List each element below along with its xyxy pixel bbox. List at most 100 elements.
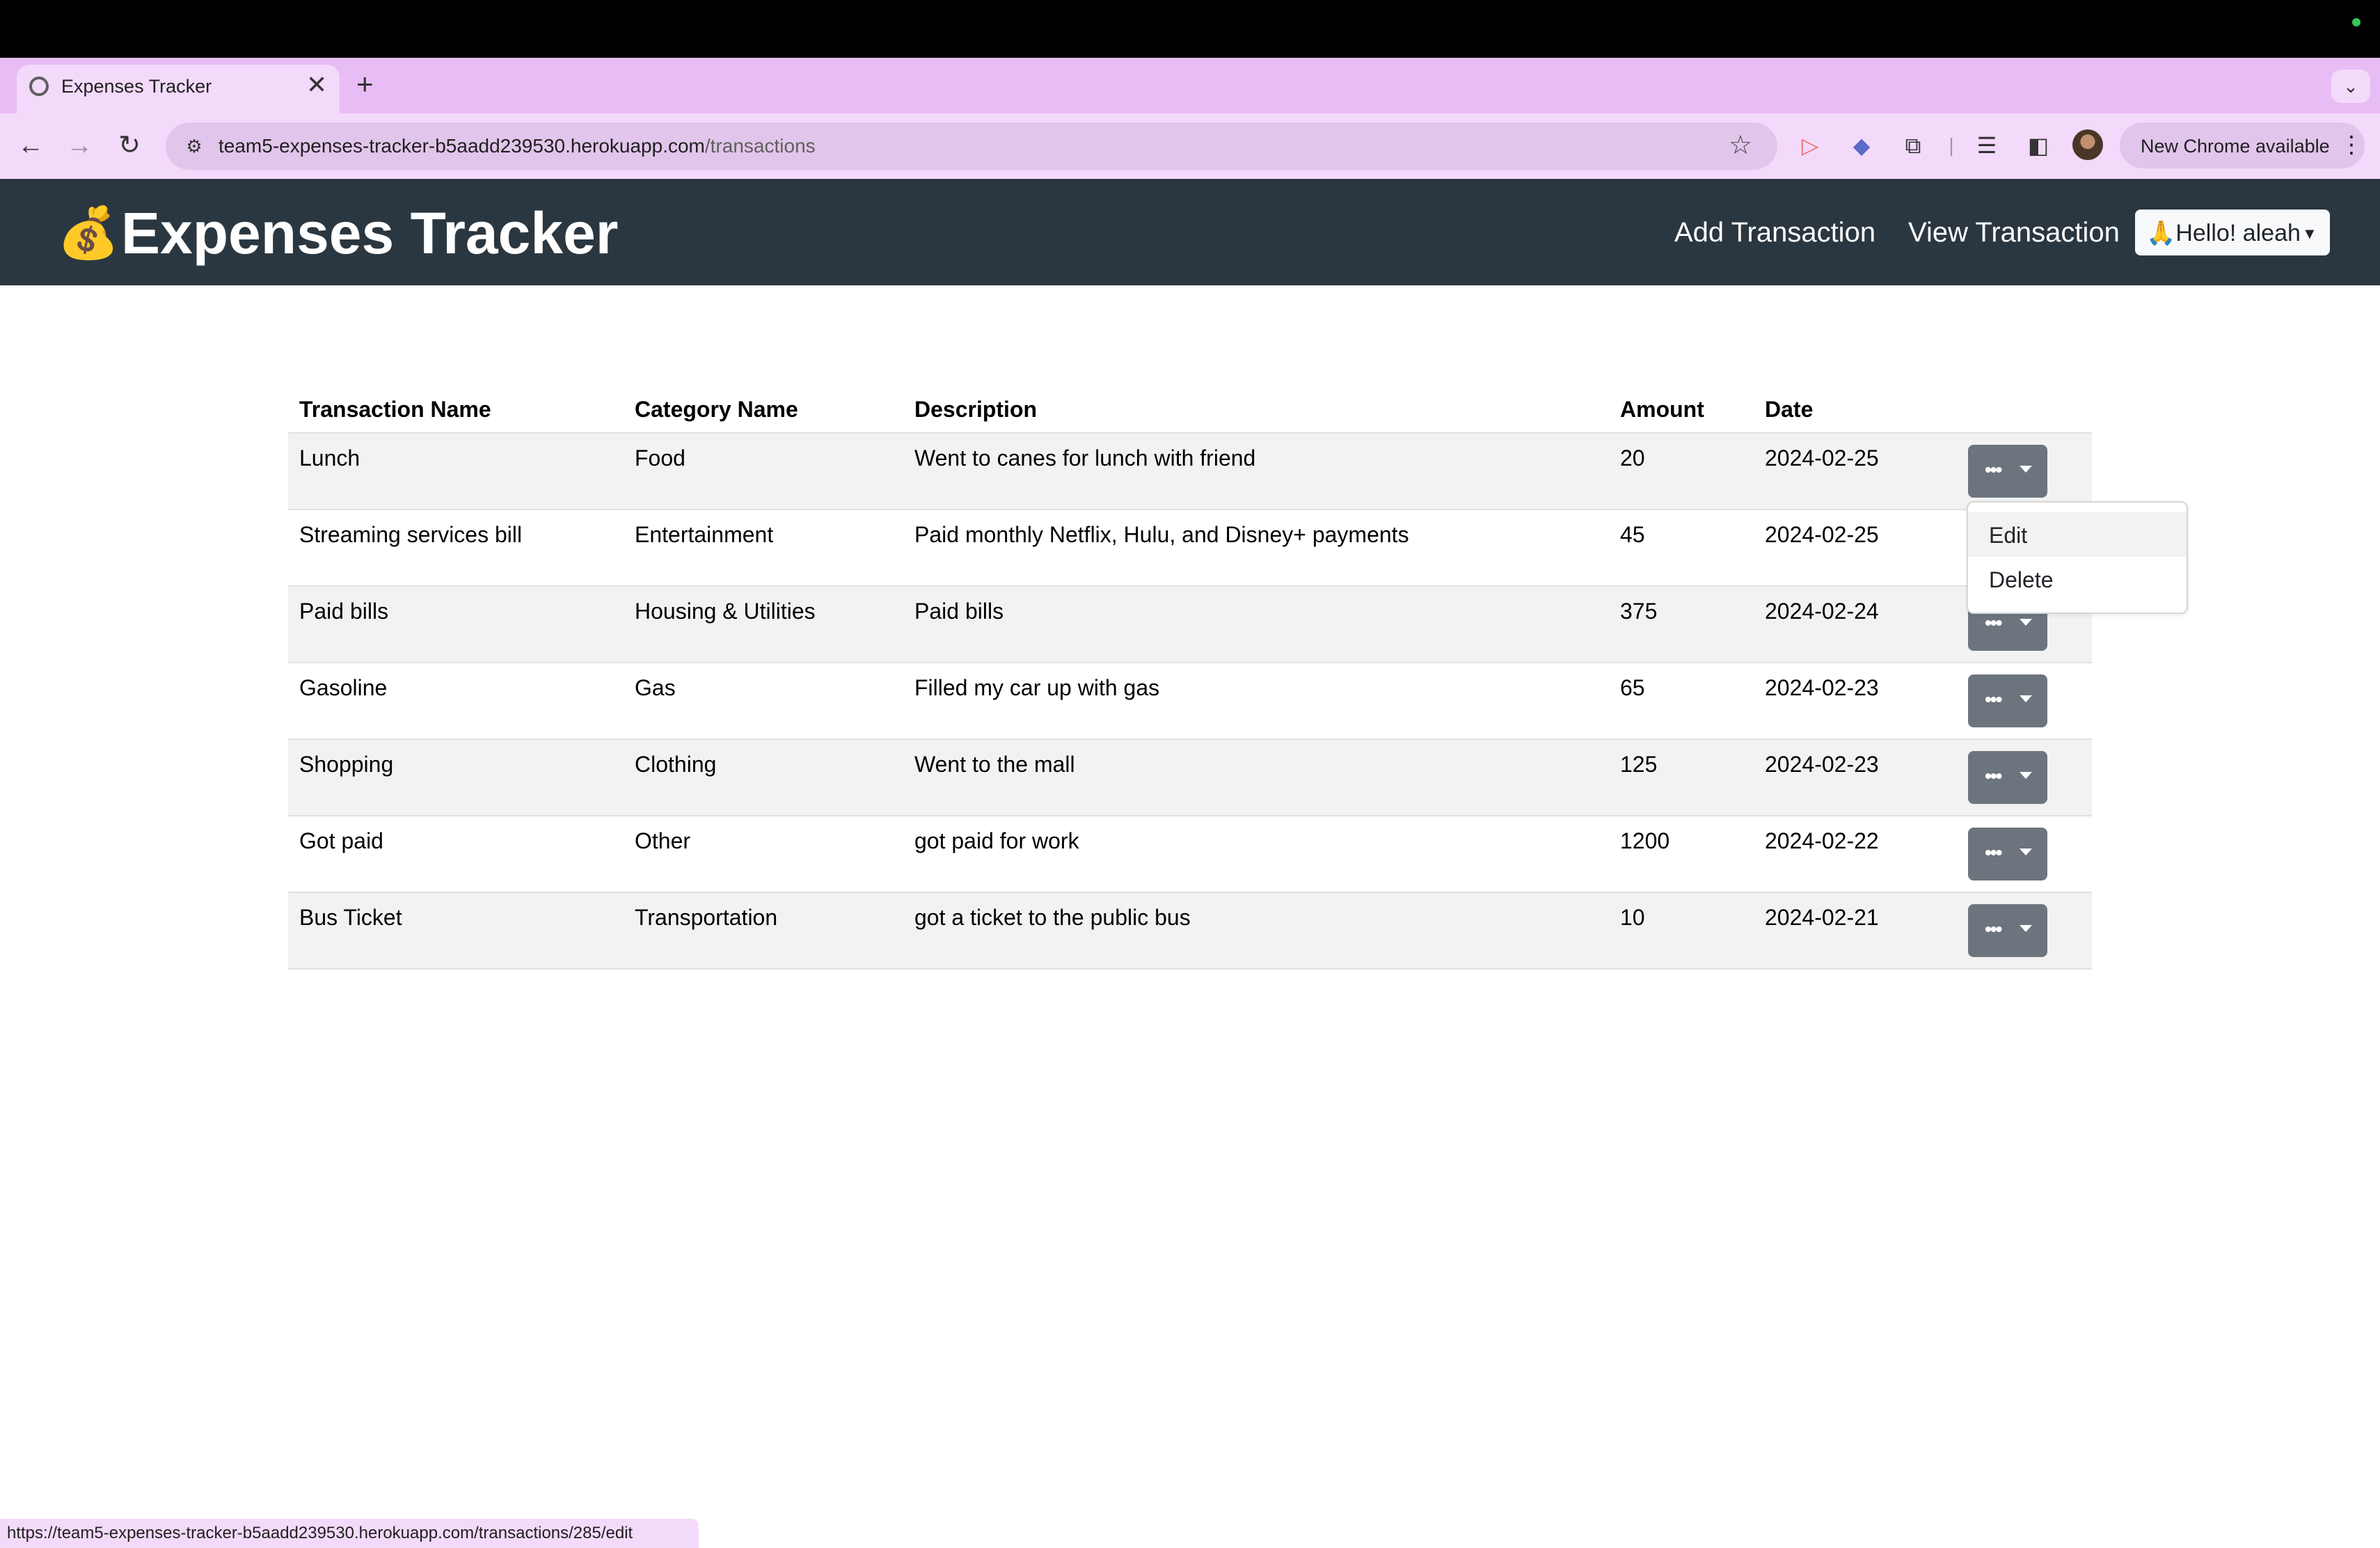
add-transaction-link[interactable]: Add Transaction (1674, 214, 1875, 251)
cell-category: Housing & Utilities (624, 586, 903, 663)
ellipsis-icon: ••• (1985, 918, 2002, 940)
table-header-row: Transaction Name Category Name Descripti… (288, 383, 2092, 434)
cell-description: got a ticket to the public bus (903, 892, 1609, 970)
cell-amount: 1200 (1609, 816, 1754, 893)
cell-amount: 10 (1609, 892, 1754, 970)
cell-date: 2024-02-25 (1754, 433, 1954, 510)
cell-date: 2024-02-23 (1754, 663, 1954, 740)
forward-button[interactable]: → (61, 125, 97, 166)
header-transaction-name: Transaction Name (288, 383, 624, 434)
back-button[interactable]: ← (13, 125, 49, 166)
row-actions-button[interactable]: ••• (1968, 828, 2047, 880)
table-row: Bus Ticket Transportation got a ticket t… (288, 892, 2092, 970)
tab-search-button[interactable]: ⌄ (2331, 70, 2370, 103)
cell-description: Went to canes for lunch with friend (903, 433, 1609, 510)
cell-transaction-name: Bus Ticket (288, 892, 624, 970)
toolbar-divider: | (1949, 134, 1954, 156)
kebab-menu-icon[interactable]: ⋮ (2340, 131, 2363, 159)
extensions-puzzle-icon[interactable]: ⧉ (1897, 129, 1929, 161)
table-row: Got paid Other got paid for work 1200 20… (288, 816, 2092, 893)
row-actions-button[interactable]: ••• (1968, 445, 2047, 498)
row-actions-button[interactable]: ••• (1968, 904, 2047, 957)
close-tab-icon[interactable]: ✕ (306, 71, 327, 99)
header-date: Date (1754, 383, 1954, 434)
view-transaction-link[interactable]: View Transaction (1908, 214, 2120, 251)
cell-description: got paid for work (903, 816, 1609, 893)
ellipsis-icon: ••• (1985, 612, 2002, 633)
table-row: Gasoline Gas Filled my car up with gas 6… (288, 663, 2092, 740)
cell-category: Food (624, 433, 903, 510)
os-menu-bar (0, 0, 2380, 58)
url-host: team5-expenses-tracker-b5aadd239530.hero… (219, 135, 705, 157)
cell-date: 2024-02-23 (1754, 739, 1954, 816)
cell-amount: 65 (1609, 663, 1754, 740)
globe-icon (29, 77, 49, 96)
side-panel-icon[interactable]: ◧ (2022, 129, 2054, 161)
ellipsis-icon: ••• (1985, 688, 2002, 710)
cell-transaction-name: Lunch (288, 433, 624, 510)
profile-avatar[interactable] (2072, 129, 2103, 160)
caret-down-icon (2020, 772, 2032, 779)
cell-description: Filled my car up with gas (903, 663, 1609, 740)
menu-item-delete[interactable]: Delete (1989, 565, 2054, 594)
caret-down-icon (2020, 466, 2032, 473)
cell-transaction-name: Shopping (288, 739, 624, 816)
cell-actions: ••• (1954, 816, 2092, 893)
table-row: Paid bills Housing & Utilities Paid bill… (288, 586, 2092, 663)
reading-list-icon[interactable]: ☰ (1971, 129, 2003, 161)
cell-amount: 375 (1609, 586, 1754, 663)
bookmark-star-icon[interactable]: ☆ (1729, 129, 1752, 161)
brand-title[interactable]: Expenses Tracker (121, 197, 619, 269)
caret-down-icon: ▼ (2302, 225, 2317, 242)
cell-amount: 20 (1609, 433, 1754, 510)
cell-actions: ••• (1954, 892, 2092, 970)
transactions-table: Transaction Name Category Name Descripti… (288, 383, 2092, 970)
cell-transaction-name: Gasoline (288, 663, 624, 740)
cell-category: Gas (624, 663, 903, 740)
cell-actions: ••• (1954, 433, 2092, 510)
cell-date: 2024-02-24 (1754, 586, 1954, 663)
ellipsis-icon: ••• (1985, 765, 2002, 787)
cell-description: Paid bills (903, 586, 1609, 663)
url-text[interactable]: team5-expenses-tracker-b5aadd239530.hero… (219, 134, 816, 159)
table-row: Lunch Food Went to canes for lunch with … (288, 433, 2092, 510)
header-description: Description (903, 383, 1609, 434)
row-actions-button[interactable]: ••• (1968, 751, 2047, 804)
cell-category: Clothing (624, 739, 903, 816)
header-amount: Amount (1609, 383, 1754, 434)
caret-down-icon (2020, 695, 2032, 702)
cell-category: Transportation (624, 892, 903, 970)
reload-button[interactable]: ↻ (111, 125, 148, 166)
transactions-table-container: Transaction Name Category Name Descripti… (288, 383, 2092, 970)
caret-down-icon (2020, 619, 2032, 626)
cell-actions: ••• (1954, 663, 2092, 740)
header-actions (1954, 383, 2092, 434)
cell-date: 2024-02-21 (1754, 892, 1954, 970)
chrome-update-label: New Chrome available (2141, 136, 2330, 157)
status-url: https://team5-expenses-tracker-b5aadd239… (7, 1524, 633, 1542)
camera-indicator (2352, 18, 2361, 26)
extension-bird-icon[interactable]: ◆ (1846, 129, 1878, 161)
header-category-name: Category Name (624, 383, 903, 434)
cell-description: Went to the mall (903, 739, 1609, 816)
caret-down-icon (2020, 848, 2032, 855)
table-row: Shopping Clothing Went to the mall 125 2… (288, 739, 2092, 816)
cell-amount: 45 (1609, 510, 1754, 587)
url-path: /transactions (704, 135, 816, 157)
tab-title: Expenses Tracker (61, 76, 212, 97)
money-bag-icon: 💰 (57, 205, 120, 261)
user-greeting: 🙏Hello! aleah (2146, 220, 2301, 246)
ellipsis-icon: ••• (1985, 842, 2002, 863)
cell-description: Paid monthly Netflix, Hulu, and Disney+ … (903, 510, 1609, 587)
extension-play-icon[interactable]: ▷ (1794, 129, 1826, 161)
menu-item-edit-label[interactable]: Edit (1989, 521, 2027, 550)
site-info-icon[interactable]: ⚙ (180, 132, 209, 160)
new-tab-button[interactable]: + (356, 68, 374, 100)
cell-transaction-name: Got paid (288, 816, 624, 893)
row-actions-button[interactable]: ••• (1968, 674, 2047, 727)
cell-category: Entertainment (624, 510, 903, 587)
caret-down-icon (2020, 925, 2032, 932)
cell-category: Other (624, 816, 903, 893)
ellipsis-icon: ••• (1985, 459, 2002, 480)
table-row: Streaming services bill Entertainment Pa… (288, 510, 2092, 587)
